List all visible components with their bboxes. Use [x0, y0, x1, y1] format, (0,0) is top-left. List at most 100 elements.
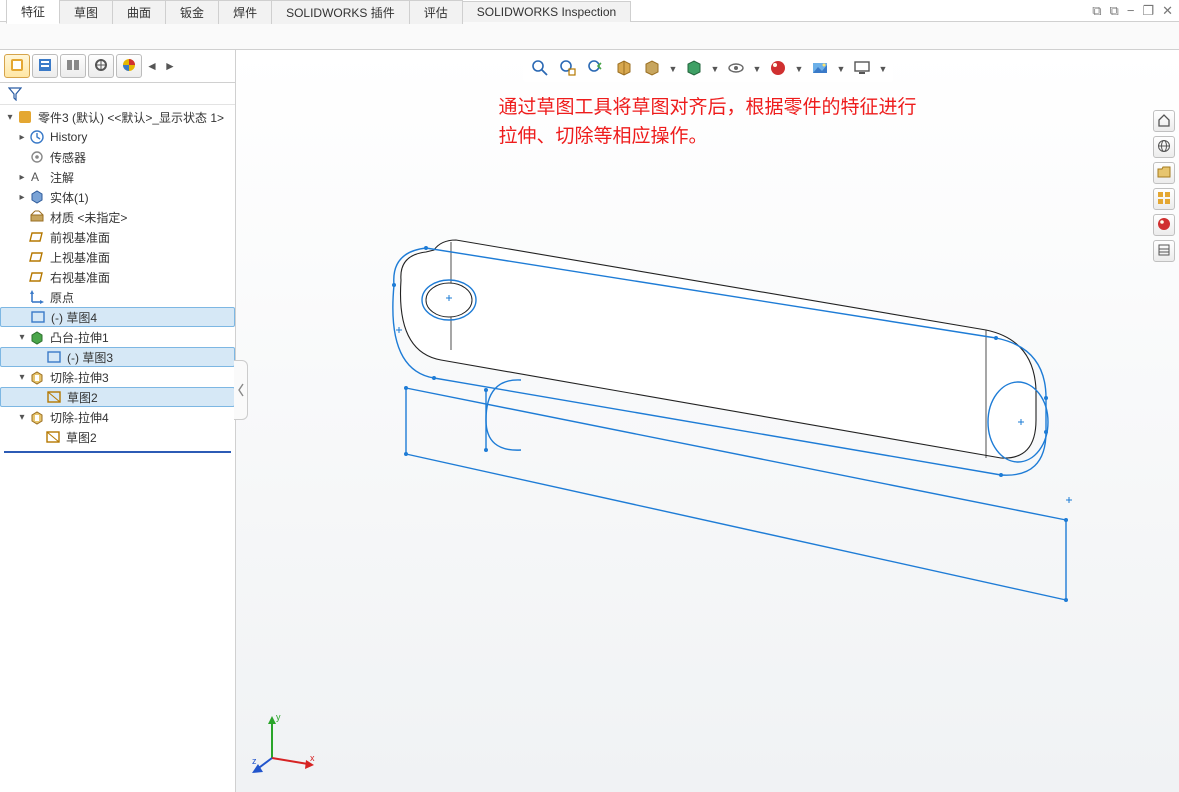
tree-row[interactable]: ▾ 切除-拉伸3 [0, 367, 235, 387]
previous-view-icon [587, 59, 605, 80]
taskpane-resources[interactable] [1153, 136, 1175, 158]
taskpane-view-palette[interactable] [1153, 188, 1175, 210]
tree-item-label: 上视基准面 [50, 249, 110, 266]
tree-row[interactable]: 上视基准面 [0, 247, 235, 267]
minimize-button[interactable]: − [1127, 3, 1135, 18]
configuration-icon [65, 57, 81, 76]
apply-scene-button[interactable] [809, 58, 831, 80]
ribbon-tab-evaluate[interactable]: 评估 [409, 0, 463, 24]
svg-text:A: A [31, 170, 39, 184]
panel-tab-dimxpert[interactable] [88, 54, 114, 78]
tree-row[interactable]: (-) 草图4 [0, 307, 235, 327]
tree-row[interactable]: 前视基准面 [0, 227, 235, 247]
expander-icon[interactable]: ▸ [16, 172, 28, 183]
model-view [346, 200, 1166, 720]
tree-item-label: 切除-拉伸3 [50, 369, 109, 386]
ribbon-tab-sketch[interactable]: 草图 [59, 0, 113, 24]
ribbon-tabs: 特征 草图 曲面 钣金 焊件 SOLIDWORKS 插件 评估 SOLIDWOR… [0, 0, 1179, 22]
tree-item-label: 传感器 [50, 149, 86, 166]
display-manager-icon [121, 57, 137, 76]
tree-row[interactable]: 草图2 [0, 427, 235, 447]
panel-tab-next[interactable]: ► [162, 59, 178, 73]
panel-tab-configuration[interactable] [60, 54, 86, 78]
edit-appearance-button[interactable] [767, 58, 789, 80]
tree-row[interactable]: ▸ History [0, 127, 235, 147]
tree-item-label: (-) 草图3 [67, 349, 113, 366]
panel-splitter[interactable] [234, 360, 248, 420]
taskpane-home[interactable] [1153, 110, 1175, 132]
sensor-icon [28, 148, 46, 166]
view-orient-dropdown[interactable]: ▼ [669, 64, 677, 74]
expander-icon[interactable]: ▾ [16, 332, 28, 343]
popout1-button[interactable]: ⧉ [1092, 3, 1101, 19]
expander-icon[interactable]: ▾ [16, 372, 28, 383]
graphics-viewport[interactable]: ▼ ▼ ▼ ▼ ▼ ▼ 通过草图工具将草图对齐后，根据零件的特征进行 拉伸、切除… [236, 50, 1179, 792]
panel-tab-property-manager[interactable] [32, 54, 58, 78]
triad-z-label: z [252, 756, 257, 766]
edit-appearance-dropdown[interactable]: ▼ [795, 64, 803, 74]
display-style-icon [685, 59, 703, 80]
tree-row[interactable]: 草图2 [0, 387, 235, 407]
annotation-icon: A [28, 168, 46, 186]
view-settings-button[interactable] [851, 58, 873, 80]
close-button[interactable]: ✕ [1162, 3, 1173, 19]
section-view-icon [615, 59, 633, 80]
rollback-bar[interactable] [4, 451, 231, 453]
zoom-area-button[interactable] [557, 58, 579, 80]
panel-tab-strip: ◄ ► [0, 50, 235, 83]
expander-icon[interactable]: ▸ [16, 192, 28, 203]
zoom-fit-icon [531, 59, 549, 80]
tree-row[interactable]: ▾凸台-拉伸1 [0, 327, 235, 347]
taskpane-library[interactable] [1153, 162, 1175, 184]
ribbon-tab-weldments[interactable]: 焊件 [218, 0, 272, 24]
hide-show-dropdown[interactable]: ▼ [753, 64, 761, 74]
view-settings-dropdown[interactable]: ▼ [879, 64, 887, 74]
expander-icon[interactable]: ▸ [16, 132, 28, 143]
panel-tab-display[interactable] [116, 54, 142, 78]
tree-row[interactable]: ▸ 实体(1) [0, 187, 235, 207]
display-style-button[interactable] [683, 58, 705, 80]
tree-root[interactable]: ▾ 零件3 (默认) <<默认>_显示状态 1> [0, 107, 235, 127]
display-style-dropdown[interactable]: ▼ [711, 64, 719, 74]
ribbon-tab-addins[interactable]: SOLIDWORKS 插件 [271, 0, 410, 24]
tree-root-label: 零件3 (默认) <<默认>_显示状态 1> [38, 109, 224, 126]
ribbon-tab-inspection[interactable]: SOLIDWORKS Inspection [462, 1, 631, 22]
popout2-button[interactable]: ⧉ [1110, 3, 1119, 19]
previous-view-button[interactable] [585, 58, 607, 80]
annotation-line2: 拉伸、切除等相应操作。 [498, 123, 916, 152]
tree-row[interactable]: 原点 [0, 287, 235, 307]
tree-row[interactable]: ▸A注解 [0, 167, 235, 187]
origin-icon [28, 288, 46, 306]
ribbon-tab-sheetmetal[interactable]: 钣金 [165, 0, 219, 24]
view-orient-button[interactable] [641, 58, 663, 80]
tree-item-label: 实体(1) [50, 189, 89, 206]
section-view-button[interactable] [613, 58, 635, 80]
tree-row[interactable]: 传感器 [0, 147, 235, 167]
taskpane-custom-props[interactable] [1153, 240, 1175, 262]
tree-row[interactable]: (-) 草图3 [0, 347, 235, 367]
derived-sketch-icon [44, 428, 62, 446]
restore-button[interactable]: ❐ [1142, 3, 1154, 19]
panel-tab-prev[interactable]: ◄ [144, 59, 160, 73]
part-icon [16, 108, 34, 126]
taskpane-appearances[interactable] [1153, 214, 1175, 236]
ribbon-tab-surfaces[interactable]: 曲面 [112, 0, 166, 24]
apply-scene-dropdown[interactable]: ▼ [837, 64, 845, 74]
plane-icon [28, 228, 46, 246]
tree-item-label: History [50, 130, 87, 144]
tree-row[interactable]: 右视基准面 [0, 267, 235, 287]
feature-tree-icon [9, 57, 25, 76]
expander-icon[interactable]: ▾ [16, 412, 28, 423]
tree-row[interactable]: ▾切除-拉伸4 [0, 407, 235, 427]
history-icon [28, 128, 46, 146]
tree-row[interactable]: 材质 <未指定> [0, 207, 235, 227]
expander-icon[interactable]: ▾ [4, 112, 16, 123]
panel-tab-feature-tree[interactable] [4, 54, 30, 78]
zoom-fit-button[interactable] [529, 58, 551, 80]
ribbon-tab-features[interactable]: 特征 [6, 0, 60, 24]
annotation-line1: 通过草图工具将草图对齐后，根据零件的特征进行 [498, 94, 916, 123]
hide-show-button[interactable] [725, 58, 747, 80]
extrude-boss-icon [28, 328, 46, 346]
tree-filter[interactable] [0, 83, 235, 105]
triad-x-label: x [310, 753, 315, 763]
